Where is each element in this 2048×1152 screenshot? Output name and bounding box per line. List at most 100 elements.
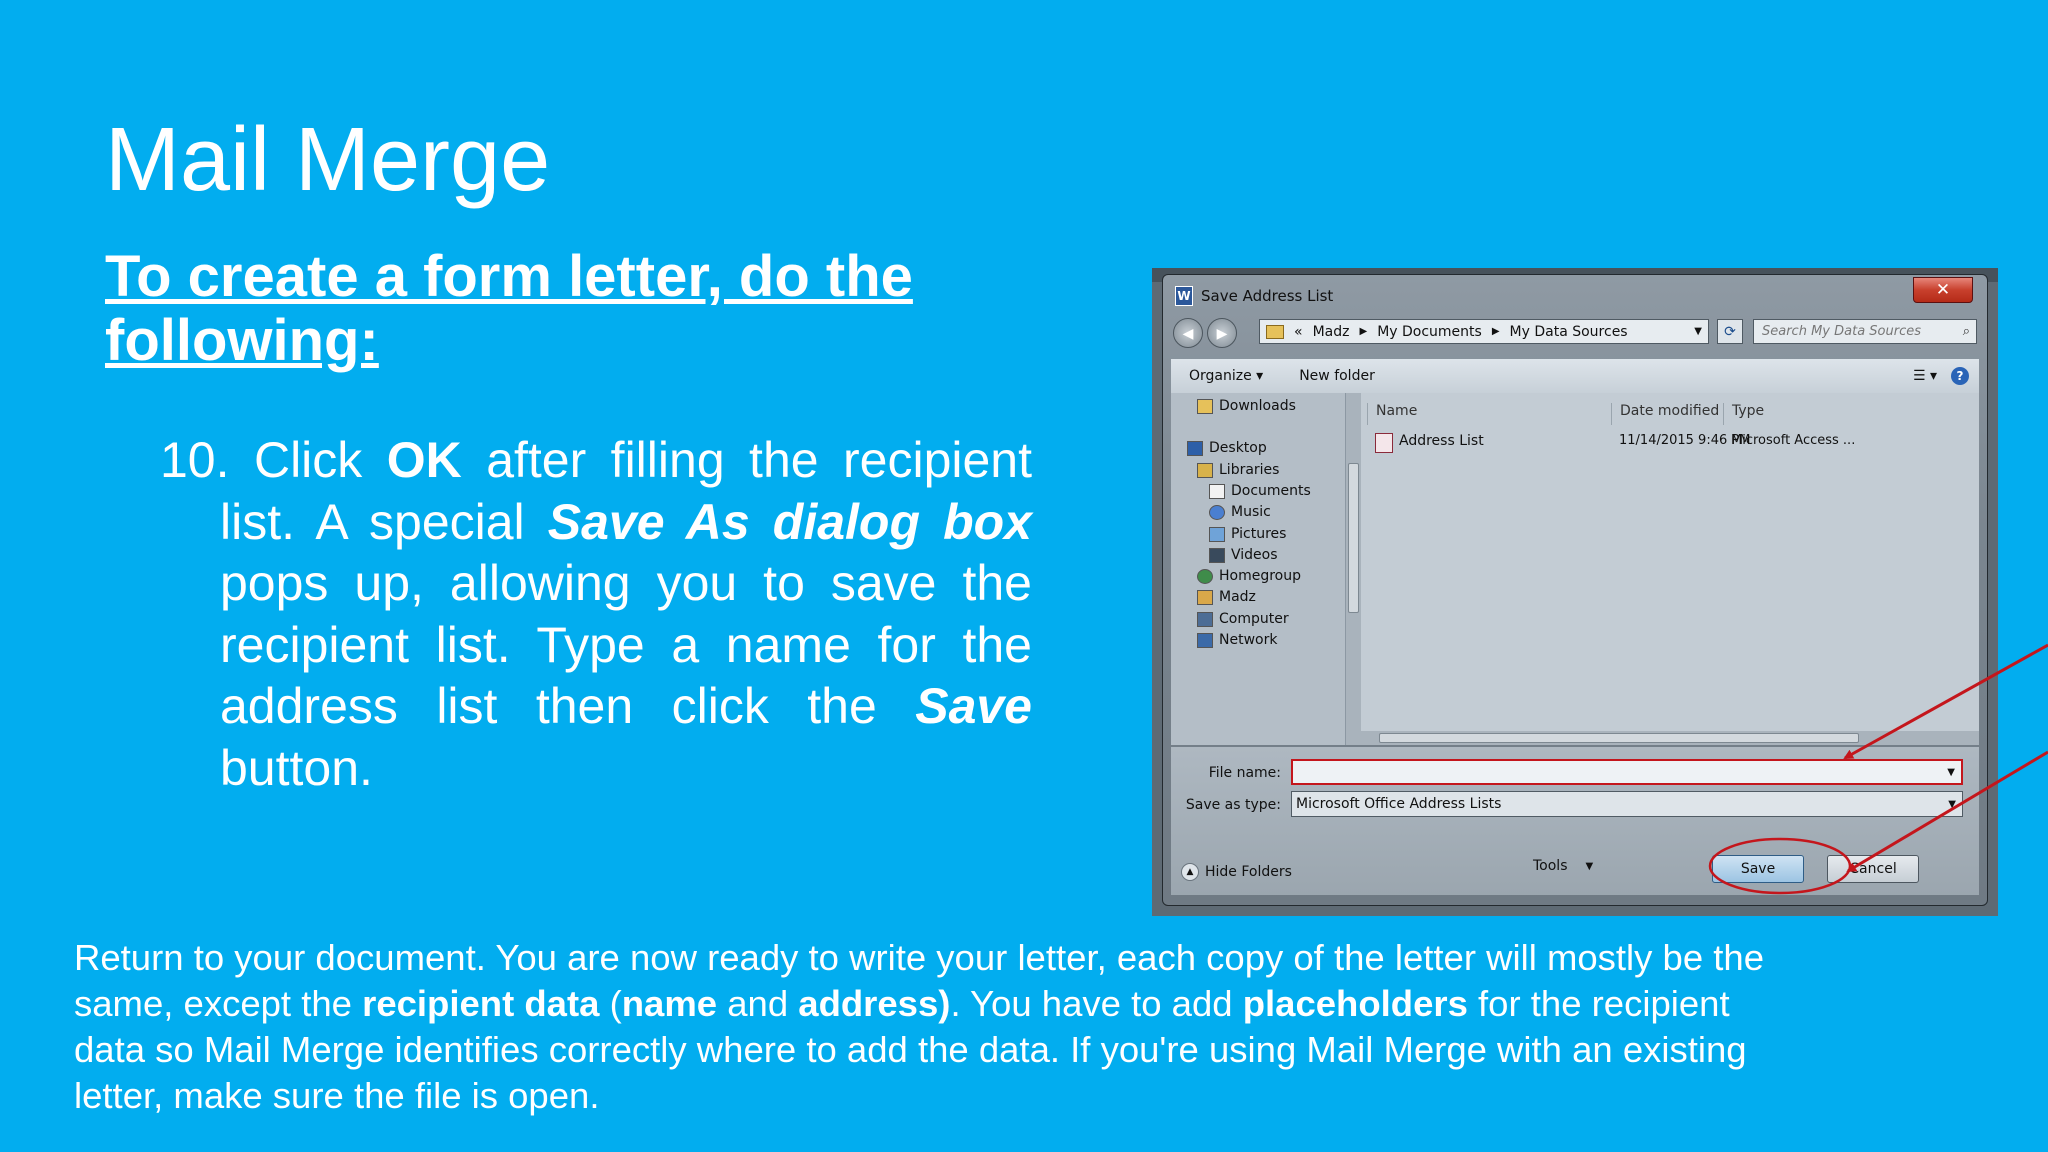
slide-title: Mail Merge — [105, 110, 551, 210]
footer-text-3: and — [717, 983, 799, 1024]
nav-label: Pictures — [1231, 526, 1287, 542]
user-folder-icon — [1197, 589, 1213, 605]
step-save-bold: Save — [915, 678, 1032, 734]
step-text-3: pops up, allowing you to save the recipi… — [220, 555, 1032, 734]
nav-pane-scroll-thumb[interactable] — [1348, 463, 1359, 613]
breadcrumb-madz[interactable]: Madz — [1313, 324, 1350, 340]
save-button[interactable]: Save — [1712, 855, 1804, 883]
hide-folders-button[interactable]: ▲ Hide Folders — [1181, 863, 1292, 881]
new-folder-button[interactable]: New folder — [1281, 368, 1393, 384]
address-dropdown-icon[interactable]: ▼ — [1694, 326, 1702, 337]
file-name-dropdown-icon[interactable]: ▼ — [1947, 767, 1955, 778]
save-as-type-select[interactable]: Microsoft Office Address Lists ▼ — [1291, 791, 1963, 817]
network-icon — [1197, 632, 1213, 648]
file-type: Microsoft Access ... — [1731, 433, 1856, 448]
computer-icon — [1197, 611, 1213, 627]
close-button[interactable]: ✕ — [1913, 277, 1973, 303]
homegroup-icon — [1197, 568, 1213, 584]
access-file-icon — [1375, 433, 1393, 453]
breadcrumb-my-data-sources[interactable]: My Data Sources — [1510, 324, 1628, 340]
save-address-list-dialog: W Save Address List ✕ ◀ ▶ « Madz ▶ My Do… — [1162, 274, 1988, 906]
nav-item-music[interactable]: Music — [1209, 501, 1271, 523]
column-header-name[interactable]: Name — [1367, 403, 1606, 425]
nav-item-desktop[interactable]: Desktop — [1187, 437, 1267, 459]
dialog-titlebar: W Save Address List — [1175, 285, 1333, 307]
search-icon[interactable]: ⌕ — [1963, 324, 1970, 339]
file-list-horizontal-scrollbar[interactable] — [1361, 731, 1979, 745]
hide-folders-label: Hide Folders — [1205, 864, 1292, 880]
save-as-type-value: Microsoft Office Address Lists — [1296, 796, 1502, 812]
file-name-input[interactable]: ▼ — [1291, 759, 1963, 785]
nav-item-network[interactable]: Network — [1197, 629, 1277, 651]
step-10-text: 10. Click OK after filling the recipient… — [160, 430, 1032, 799]
footer-address: address) — [798, 983, 951, 1024]
nav-label: Network — [1219, 632, 1278, 648]
nav-label: Documents — [1231, 483, 1311, 499]
step-ok-bold: OK — [386, 432, 462, 488]
nav-item-pictures[interactable]: Pictures — [1209, 523, 1286, 545]
breadcrumb-separator-icon: ▶ — [1491, 326, 1500, 337]
documents-icon — [1209, 483, 1225, 499]
word-app-icon: W — [1175, 286, 1193, 306]
dialog-toolbar: Organize ▾ New folder ☰ ▾ ? — [1171, 359, 1979, 394]
music-icon — [1209, 504, 1225, 520]
videos-icon — [1209, 547, 1225, 563]
footer-text-4: . You have to add — [950, 983, 1243, 1024]
search-placeholder: Search My Data Sources — [1762, 324, 1922, 339]
file-list: Name Date modified Type Address List 11/… — [1361, 393, 1979, 745]
forward-button[interactable]: ▶ — [1207, 318, 1237, 348]
file-name: Address List — [1399, 433, 1484, 449]
help-icon[interactable]: ? — [1951, 367, 1969, 385]
search-input[interactable]: Search My Data Sources ⌕ — [1753, 319, 1977, 344]
footer-text-2: ( — [599, 983, 622, 1024]
back-button[interactable]: ◀ — [1173, 318, 1203, 348]
breadcrumb-my-documents[interactable]: My Documents — [1377, 324, 1482, 340]
tools-dropdown-icon: ▼ — [1585, 860, 1594, 872]
libraries-icon — [1197, 462, 1213, 478]
organize-menu[interactable]: Organize ▾ — [1171, 368, 1281, 384]
nav-item-libraries[interactable]: Libraries — [1197, 459, 1279, 481]
folder-icon — [1266, 324, 1284, 339]
collapse-up-icon: ▲ — [1181, 863, 1199, 881]
tools-menu[interactable]: Tools ▼ — [1533, 858, 1593, 874]
nav-item-downloads[interactable]: Downloads — [1197, 395, 1296, 417]
footer-recipient-data: recipient data — [362, 983, 600, 1024]
step-text-4: button. — [220, 739, 373, 796]
desktop-icon — [1187, 440, 1203, 456]
nav-label: Homegroup — [1219, 568, 1302, 584]
view-options-icon[interactable]: ☰ ▾ — [1913, 368, 1937, 384]
save-options-pane: File name: ▼ Save as type: Microsoft Off… — [1171, 747, 1979, 895]
nav-label: Computer — [1219, 611, 1289, 627]
file-name-label: File name: — [1208, 765, 1281, 781]
footer-name: name — [621, 983, 718, 1024]
save-as-type-label: Save as type: — [1185, 797, 1281, 813]
address-prefix: « — [1294, 323, 1303, 340]
nav-label: Desktop — [1209, 440, 1267, 456]
step-number: 10. — [160, 432, 230, 488]
slide-subtitle: To create a form letter, do the followin… — [105, 244, 913, 373]
nav-item-madz[interactable]: Madz — [1197, 586, 1256, 608]
nav-label: Videos — [1231, 547, 1278, 563]
step-save-as-dialog: Save As dialog box — [547, 493, 1032, 550]
tools-label: Tools — [1533, 858, 1568, 874]
nav-label: Madz — [1219, 589, 1256, 605]
save-as-type-dropdown-icon[interactable]: ▼ — [1948, 799, 1956, 810]
column-header-type[interactable]: Type — [1723, 403, 1832, 425]
dialog-screenshot: W Save Address List ✕ ◀ ▶ « Madz ▶ My Do… — [1152, 268, 1998, 916]
slide: Mail Merge To create a form letter, do t… — [0, 0, 2048, 1152]
nav-item-computer[interactable]: Computer — [1197, 608, 1289, 630]
refresh-button[interactable]: ⟳ — [1717, 319, 1743, 344]
pictures-icon — [1209, 526, 1225, 542]
navigation-pane: Downloads Desktop Libraries Documents Mu… — [1171, 393, 1345, 745]
nav-label: Libraries — [1219, 462, 1280, 478]
address-bar[interactable]: « Madz ▶ My Documents ▶ My Data Sources … — [1259, 319, 1709, 344]
column-header-date[interactable]: Date modified — [1611, 403, 1720, 425]
file-row-address-list[interactable]: Address List 11/14/2015 9:46 PM Microsof… — [1375, 433, 1975, 455]
cancel-button[interactable]: Cancel — [1827, 855, 1919, 883]
nav-item-documents[interactable]: Documents — [1209, 480, 1311, 502]
nav-item-homegroup[interactable]: Homegroup — [1197, 565, 1301, 587]
dialog-title: Save Address List — [1201, 287, 1334, 305]
horizontal-scroll-thumb[interactable] — [1379, 733, 1859, 743]
nav-item-videos[interactable]: Videos — [1209, 544, 1278, 566]
nav-pane-scrollbar[interactable] — [1345, 393, 1362, 745]
